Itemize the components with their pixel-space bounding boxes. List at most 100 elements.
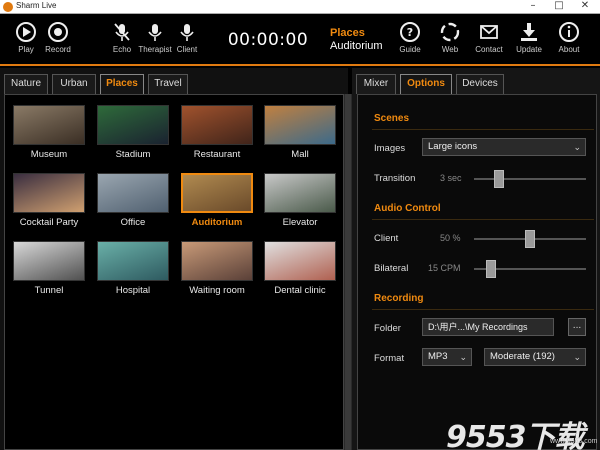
scene-thumbnail[interactable]: Restaurant	[180, 105, 254, 160]
scene-image[interactable]	[13, 241, 85, 281]
mail-icon	[480, 25, 498, 39]
options-panel: Mixer Options Devices Scenes Images Larg…	[352, 68, 600, 450]
scene-image[interactable]	[13, 173, 85, 213]
images-label: Images	[374, 143, 406, 154]
scene-caption: Hospital	[115, 285, 151, 296]
images-select-value: Large icons	[428, 141, 478, 152]
scrollbar-thumb[interactable]	[345, 94, 351, 450]
about-label: About	[558, 45, 580, 54]
minimize-button[interactable]: –	[520, 0, 546, 13]
record-icon	[48, 22, 68, 42]
scene-grid: Museum Stadium Restaurant Mall Cocktail Part…	[4, 94, 344, 450]
transition-value: 3 sec	[440, 173, 462, 183]
bilateral-slider[interactable]	[474, 260, 586, 278]
svg-text:?: ?	[407, 26, 413, 39]
scenes-section-title: Scenes	[374, 113, 410, 124]
scene-thumbnail[interactable]: Hospital	[96, 241, 170, 296]
scene-thumbnail[interactable]: Tunnel	[12, 241, 86, 296]
client-button[interactable]: Client	[164, 17, 210, 54]
scene-caption: Tunnel	[34, 285, 64, 296]
title-bar: Sharm Live – □ ✕	[0, 0, 600, 14]
scene-scrollbar[interactable]	[344, 94, 352, 450]
current-scene: Places Auditorium	[330, 27, 390, 52]
format-select-value: MP3	[428, 351, 448, 362]
app-logo-icon	[3, 2, 13, 12]
scene-caption: Restaurant	[193, 149, 241, 160]
browse-folder-button[interactable]: ...	[568, 318, 586, 336]
chevron-down-icon: ⌄	[459, 352, 467, 362]
scene-image[interactable]	[264, 241, 336, 281]
session-timer: 00:00:00	[227, 30, 309, 50]
info-icon	[559, 22, 579, 42]
folder-label: Folder	[374, 323, 401, 334]
options-content: Scenes Images Large icons ⌄ Transition 3…	[357, 94, 597, 450]
scene-thumbnail[interactable]: Elevator	[263, 173, 337, 228]
current-scene-name: Auditorium	[330, 40, 383, 52]
tab-devices[interactable]: Devices	[456, 74, 504, 94]
scene-image[interactable]	[264, 105, 336, 145]
scene-thumbnail[interactable]: Dental clinic	[263, 241, 337, 296]
tab-nature[interactable]: Nature	[4, 74, 48, 94]
mic-muted-icon	[114, 23, 130, 41]
current-category: Places	[330, 27, 365, 39]
scene-caption: Cocktail Party	[19, 217, 79, 228]
mic-icon	[180, 24, 194, 41]
scene-thumbnail[interactable]: Stadium	[96, 105, 170, 160]
scene-thumbnail[interactable]: Waiting room	[180, 241, 254, 296]
folder-field[interactable]: D:\用户...\My Recordings	[422, 318, 554, 336]
scene-thumbnail[interactable]: Auditorium	[180, 173, 254, 228]
recording-section-title: Recording	[374, 293, 424, 304]
scene-caption: Elevator	[282, 217, 318, 228]
tab-options[interactable]: Options	[400, 74, 452, 94]
scene-caption: Waiting room	[189, 285, 245, 296]
scene-image[interactable]	[97, 105, 169, 145]
scene-thumbnail[interactable]: Museum	[12, 105, 86, 160]
scene-caption: Office	[120, 217, 146, 228]
scene-image[interactable]	[97, 241, 169, 281]
scene-image[interactable]	[97, 173, 169, 213]
bilateral-value: 15 CPM	[428, 263, 461, 273]
format-select[interactable]: MP3 ⌄	[422, 348, 472, 366]
scene-image[interactable]	[264, 173, 336, 213]
transition-slider-knob[interactable]	[494, 170, 504, 188]
record-button[interactable]: Record	[35, 17, 81, 54]
bilateral-slider-knob[interactable]	[486, 260, 496, 278]
transition-slider[interactable]	[474, 170, 586, 188]
about-button[interactable]: About	[546, 17, 592, 54]
play-icon	[16, 22, 36, 42]
tab-travel[interactable]: Travel	[148, 74, 188, 94]
scene-image[interactable]	[181, 241, 253, 281]
record-label: Record	[45, 45, 71, 54]
chevron-down-icon: ⌄	[573, 352, 581, 362]
images-select[interactable]: Large icons ⌄	[422, 138, 586, 156]
audio-divider	[372, 219, 594, 220]
web-icon	[440, 22, 460, 42]
quality-select[interactable]: Moderate (192) ⌄	[484, 348, 586, 366]
tab-places[interactable]: Places	[100, 74, 144, 94]
chevron-down-icon: ⌄	[573, 142, 581, 152]
tab-urban[interactable]: Urban	[52, 74, 96, 94]
close-button[interactable]: ✕	[572, 0, 598, 13]
tab-mixer[interactable]: Mixer	[356, 74, 396, 94]
window-title: Sharm Live	[16, 1, 57, 10]
scene-image[interactable]	[181, 105, 253, 145]
download-icon	[521, 23, 537, 41]
format-label: Format	[374, 353, 405, 364]
scene-image[interactable]	[13, 105, 85, 145]
client-volume-label: Client	[374, 233, 399, 244]
client-volume-slider[interactable]	[474, 230, 586, 248]
bilateral-label: Bilateral	[374, 263, 409, 274]
scene-image[interactable]	[181, 173, 253, 213]
scene-caption: Mall	[291, 149, 309, 160]
watermark-logo: 9553下载 www.9553.com	[446, 412, 597, 450]
scene-thumbnail[interactable]: Mall	[263, 105, 337, 160]
maximize-button[interactable]: □	[546, 0, 572, 13]
scene-thumbnail[interactable]: Office	[96, 173, 170, 228]
scenes-divider	[372, 129, 594, 130]
scene-caption: Museum	[30, 149, 68, 160]
client-slider-knob[interactable]	[525, 230, 535, 248]
mic-icon	[148, 24, 162, 41]
quality-select-value: Moderate (192)	[490, 351, 555, 362]
client-label: Client	[176, 45, 198, 54]
scene-thumbnail[interactable]: Cocktail Party	[12, 173, 86, 228]
